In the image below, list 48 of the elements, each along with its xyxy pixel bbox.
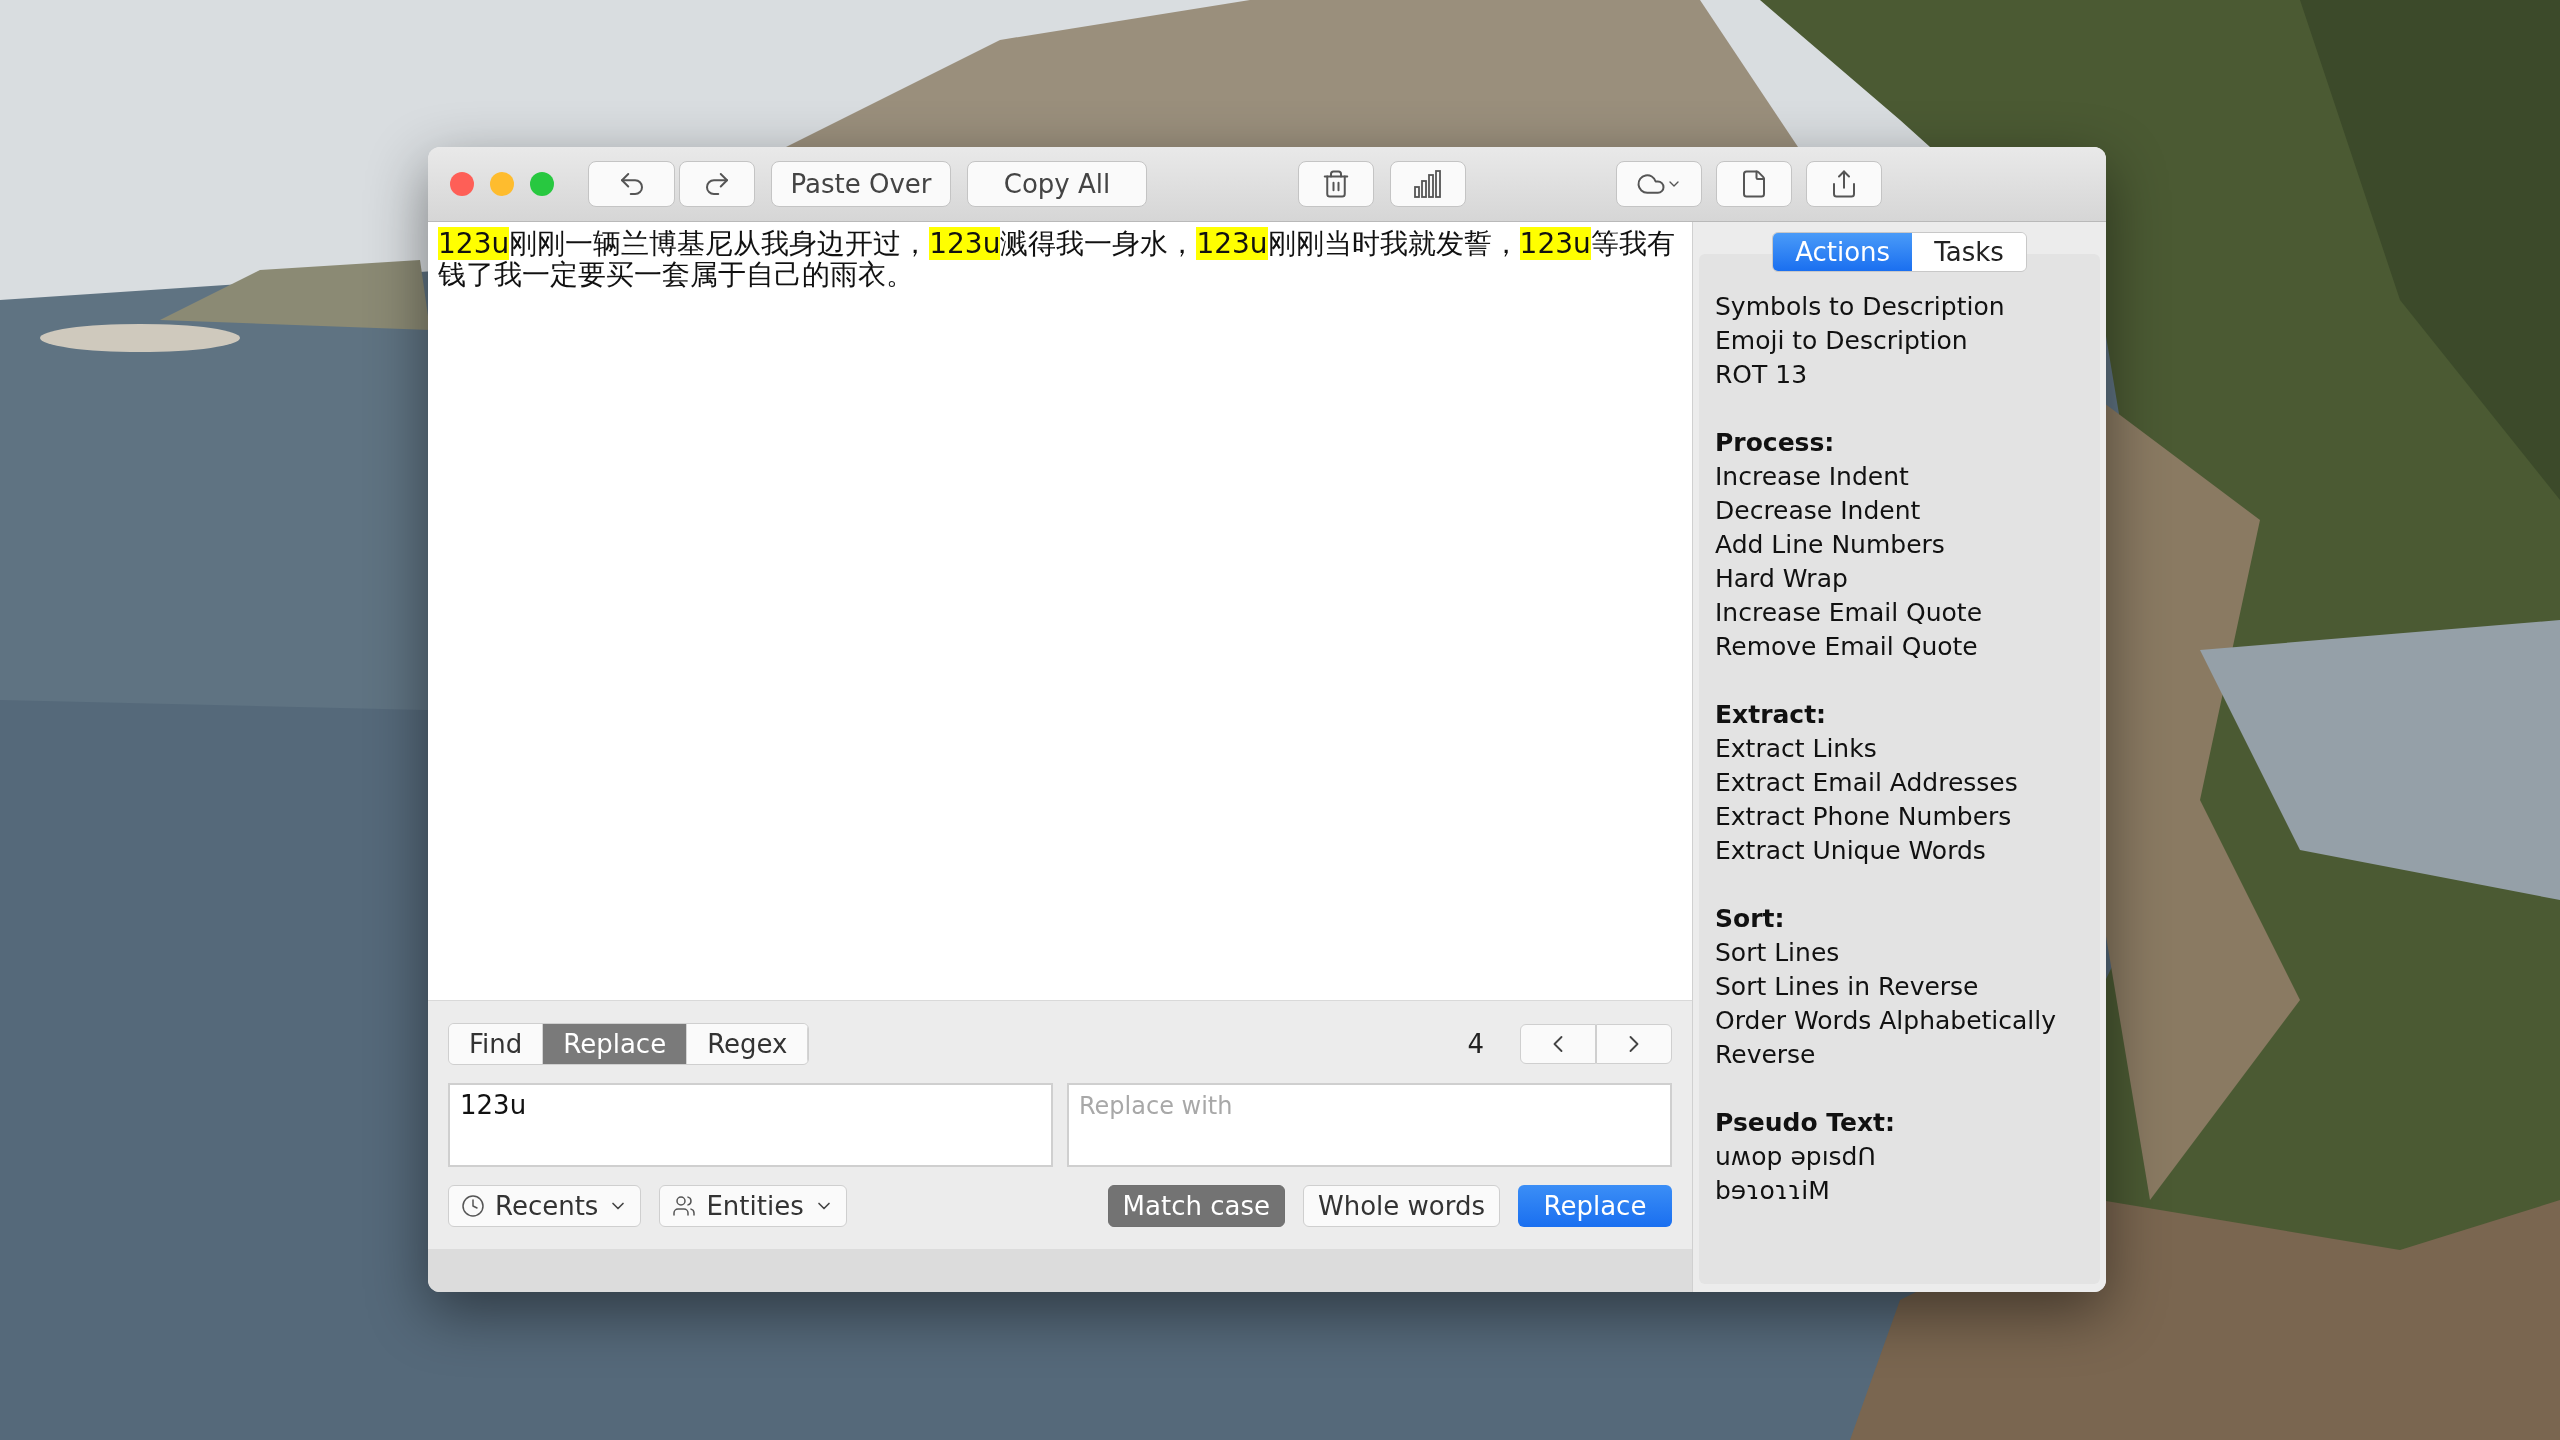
action-item[interactable]: uʍop ǝpısdՈ (1715, 1140, 1876, 1174)
action-item[interactable]: Increase Indent (1715, 460, 1909, 494)
redo-button[interactable] (679, 161, 755, 207)
action-item[interactable]: bɘɿoɿɿiM (1715, 1174, 1830, 1208)
action-item[interactable]: Emoji to Description (1715, 324, 1968, 358)
cloud-button[interactable] (1616, 161, 1702, 207)
action-item[interactable]: Decrease Indent (1715, 494, 1921, 528)
statistics-button[interactable] (1389, 161, 1466, 207)
trash-button[interactable] (1297, 161, 1374, 207)
people-icon (672, 1194, 697, 1218)
share-button[interactable] (1806, 161, 1882, 207)
action-item[interactable]: Reverse (1715, 1038, 1816, 1072)
toolbar-button[interactable]: Paste Over (771, 161, 951, 207)
action-item[interactable]: Sort Lines (1715, 936, 1840, 970)
toolbar-button[interactable]: Copy All (967, 161, 1147, 207)
sidebar-tab[interactable]: Actions (1773, 233, 1913, 271)
mode-tab[interactable]: Regex (687, 1024, 809, 1064)
action-item[interactable]: Increase Email Quote (1715, 596, 1983, 630)
section-heading: Pseudo Text: (1715, 1107, 1896, 1139)
replace-button[interactable]: Replace (1518, 1185, 1672, 1227)
replace-field[interactable]: Replace with (1067, 1083, 1672, 1167)
action-item[interactable]: Symbols to Description (1715, 290, 2005, 324)
action-item[interactable]: Sort Lines in Reverse (1715, 970, 1979, 1004)
document-button[interactable] (1716, 161, 1792, 207)
bar-chart-icon (1411, 169, 1444, 199)
action-item[interactable]: Hard Wrap (1715, 562, 1848, 596)
find-field[interactable]: 123u (448, 1083, 1053, 1167)
clock-icon (461, 1194, 485, 1218)
action-item[interactable]: Extract Phone Numbers (1715, 800, 2012, 834)
action-item[interactable]: Order Words Alphabetically (1715, 1004, 2057, 1038)
section-heading: Extract: (1715, 699, 1827, 731)
action-item[interactable]: Extract Links (1715, 732, 1877, 766)
undo-button[interactable] (588, 161, 675, 207)
option-toggle[interactable]: Whole words (1302, 1185, 1500, 1227)
mode-tab[interactable]: Replace (543, 1024, 688, 1064)
action-item[interactable]: Extract Email Addresses (1715, 766, 2018, 800)
option-toggle[interactable]: Match case (1107, 1185, 1285, 1227)
action-item[interactable]: Add Line Numbers (1715, 528, 1945, 562)
action-item[interactable]: ROT 13 (1715, 358, 1808, 392)
match-count: 4 (1467, 1029, 1484, 1059)
section-heading: Process: (1715, 427, 1835, 459)
sidebar-tab[interactable]: Tasks (1912, 233, 2026, 271)
action-item[interactable]: Extract Unique Words (1715, 834, 1986, 868)
mode-tab[interactable]: Find (449, 1024, 544, 1064)
section-heading: Sort: (1715, 903, 1785, 935)
popup-button[interactable]: Entities (659, 1185, 847, 1227)
action-item[interactable]: Remove Email Quote (1715, 630, 1978, 664)
popup-button[interactable]: Recents (448, 1185, 642, 1227)
